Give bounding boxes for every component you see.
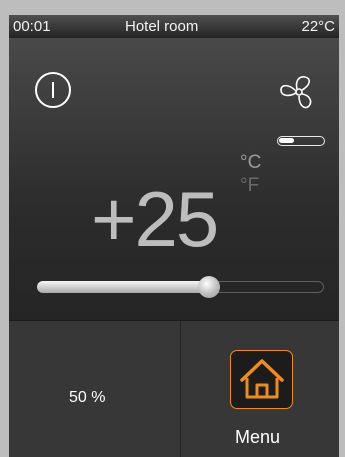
fan-speed-bar[interactable] [277, 136, 325, 146]
fan-icon[interactable] [277, 75, 321, 111]
divider [180, 321, 181, 457]
unit-fahrenheit[interactable]: °F [240, 176, 259, 195]
home-icon [240, 359, 284, 399]
fan-speed-fill [279, 138, 294, 143]
unit-celsius[interactable]: °C [240, 153, 261, 172]
bottom-panel: 50 % Menu [9, 320, 339, 457]
temperature-slider-thumb[interactable] [198, 276, 220, 298]
status-bar: 00:01 Hotel room 22°C [9, 15, 339, 38]
status-temperature: 22°C [301, 18, 335, 35]
percentage-value[interactable]: 50 % [69, 389, 105, 407]
temperature-setpoint: +25 [91, 175, 219, 263]
status-time: 00:01 [13, 18, 51, 35]
menu-label[interactable]: Menu [235, 427, 280, 447]
power-icon[interactable] [35, 72, 71, 108]
device-screen: 00:01 Hotel room 22°C +25 °C °F 50 % Men… [9, 15, 339, 457]
menu-button[interactable] [230, 350, 293, 409]
temperature-slider-fill [37, 281, 209, 293]
status-title: Hotel room [125, 18, 199, 35]
